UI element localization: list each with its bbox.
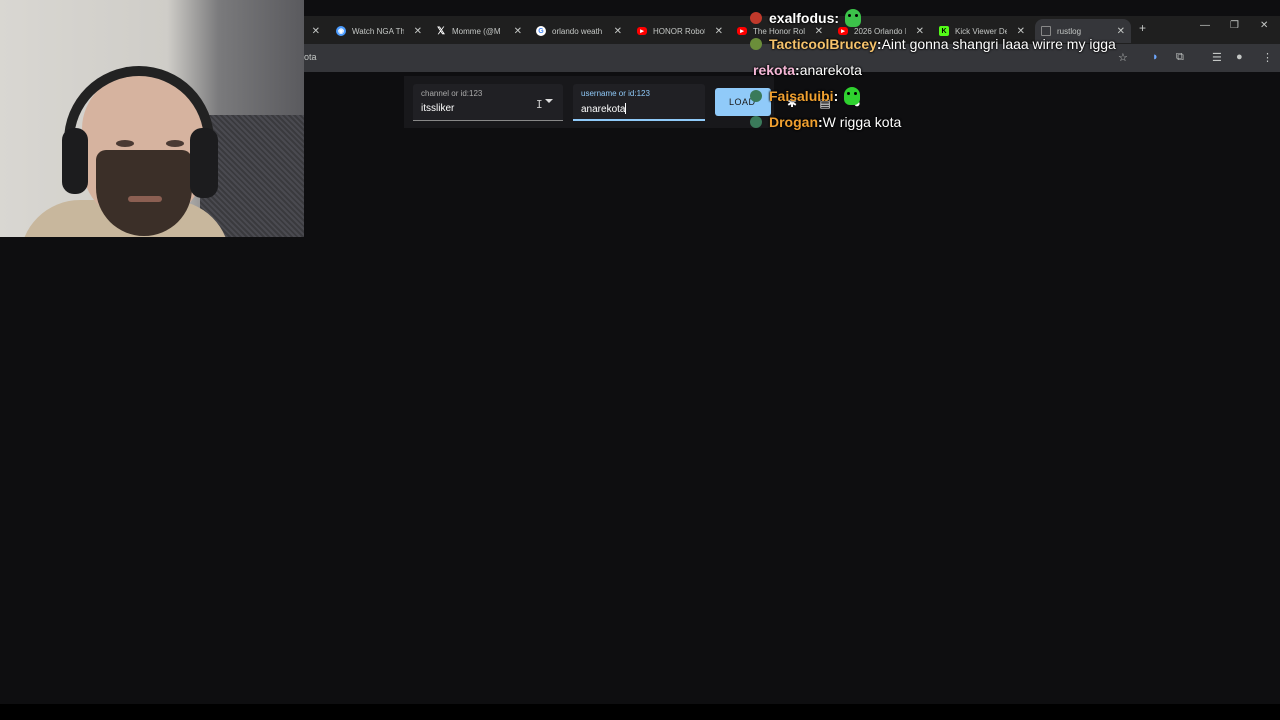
username-input[interactable]: username or id:123 anarekota [573, 84, 705, 121]
close-tab-icon[interactable]: ✕ [614, 26, 622, 37]
username-label: username or id:123 [581, 89, 650, 98]
tab-4[interactable]: ▸ HONOR Robot ✕ [637, 19, 723, 43]
chat-message: TacticoolBrucey : Aint gonna shangri laa… [750, 34, 1116, 54]
chat-username: Drogan [769, 114, 818, 130]
green-blob-emote-icon [844, 87, 861, 105]
close-tab-icon[interactable]: ✕ [715, 26, 723, 37]
chat-username: Faisaluibi [769, 88, 834, 104]
google-icon: G [536, 26, 546, 36]
tab-title: Momme (@M [452, 26, 501, 36]
close-tab-icon[interactable]: ✕ [1117, 26, 1125, 37]
headphone-right [190, 128, 218, 198]
tab-title: HONOR Robot [653, 26, 705, 36]
close-tab-icon[interactable]: ✕ [414, 26, 422, 37]
chat-username: exalfodus [769, 10, 835, 26]
screen: ✕ ◉ Watch NGA Th ✕ 𝕏 Momme (@M ✕ G orlan… [0, 0, 1280, 720]
close-window-icon[interactable]: ✕ [1260, 20, 1268, 31]
text-cursor-icon: I [536, 98, 543, 111]
x-logo-icon: 𝕏 [436, 25, 446, 37]
chat-username: rekota [753, 62, 796, 78]
chat-text: Aint gonna shangri laaa wirre my igga [881, 36, 1116, 52]
bookmark-star-icon[interactable]: ☆ [1118, 51, 1128, 64]
chat-message: rekota : anarekota [753, 60, 862, 80]
close-tab-icon[interactable]: ✕ [514, 26, 522, 37]
media-control-icon[interactable]: ☰ [1212, 51, 1222, 64]
tab-1[interactable]: ◉ Watch NGA Th ✕ [336, 19, 422, 43]
browser-menu-icon[interactable]: ⋮ [1262, 51, 1273, 64]
restore-icon[interactable]: ❐ [1230, 20, 1239, 31]
minimize-icon[interactable]: — [1200, 20, 1210, 31]
text-caret [625, 103, 627, 114]
address-bar[interactable]: ota [304, 52, 317, 62]
stream-icon: ◉ [336, 26, 346, 36]
tab-2[interactable]: 𝕏 Momme (@M ✕ [436, 19, 522, 43]
chat-message: Faisaluibi : [750, 86, 861, 106]
green-ghost-emote-icon [845, 9, 862, 27]
profile-avatar-icon[interactable]: ● [1236, 51, 1243, 63]
letterbox-bar [0, 704, 1280, 720]
badge-icon [750, 116, 762, 128]
tab-3[interactable]: G orlando weath ✕ [536, 19, 622, 43]
webcam-overlay [0, 0, 304, 237]
chat-separator: : [833, 88, 839, 104]
tab-title: Watch NGA Th [352, 26, 404, 36]
youtube-icon: ▸ [737, 27, 747, 35]
badge-icon [750, 90, 762, 102]
extensions-icon[interactable]: ⧉ [1176, 51, 1184, 64]
chevron-down-icon[interactable] [545, 99, 553, 103]
chat-text: W rigga kota [822, 114, 902, 130]
badge-icon [750, 12, 762, 24]
tab-title: orlando weath [552, 26, 603, 36]
channel-label: channel or id:123 [421, 89, 483, 98]
mouth [128, 196, 162, 202]
headphone-left [62, 128, 88, 194]
read-aloud-icon[interactable]: ◗ [1152, 51, 1159, 63]
username-value: anarekota [581, 103, 627, 115]
channel-value: itssliker [421, 103, 455, 114]
chat-separator: : [834, 10, 840, 26]
badge-icon [750, 38, 762, 50]
chat-text: anarekota [799, 62, 862, 78]
new-tab-button[interactable]: + [1139, 21, 1146, 35]
chat-message: Drogan : W rigga kota [750, 112, 901, 132]
close-tab-icon[interactable]: ✕ [312, 26, 320, 37]
chat-username: TacticoolBrucey [769, 36, 877, 52]
youtube-icon: ▸ [637, 27, 647, 35]
chat-message: exalfodus : [750, 8, 862, 28]
tab-0[interactable]: ✕ [306, 19, 320, 43]
